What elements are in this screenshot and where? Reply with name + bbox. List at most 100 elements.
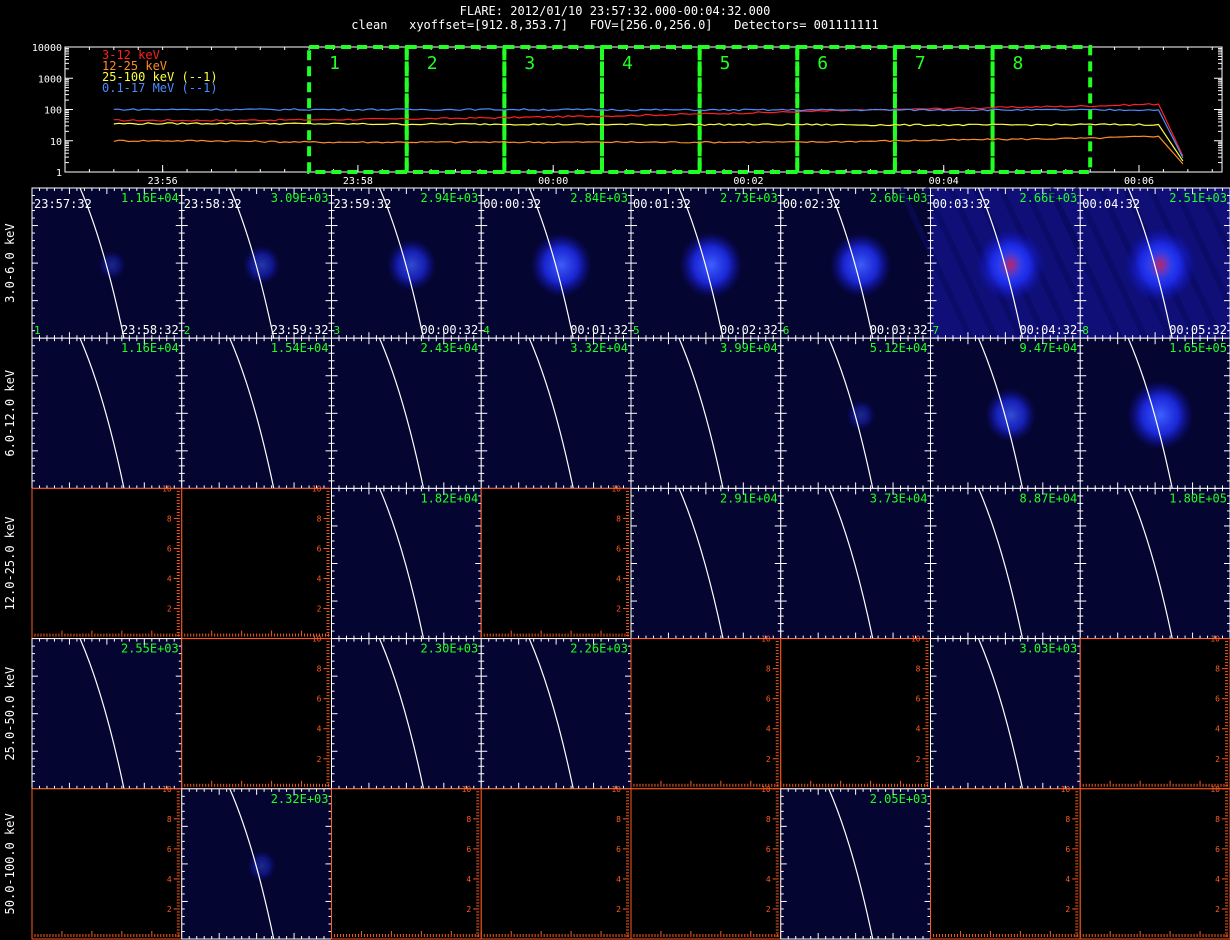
- panel-peak-value: 2.55E+03: [121, 642, 179, 656]
- empty-axis-label: 8: [916, 665, 921, 674]
- panel-empty-background: [631, 638, 781, 789]
- panel-background: [331, 338, 482, 489]
- energy-band-label-1: 3.0-6.0 keV: [3, 223, 17, 302]
- empty-axis-label: 8: [616, 514, 621, 523]
- panel-peak-value: 2.91E+04: [720, 491, 778, 505]
- panel-peak-value: 1.65E+05: [1169, 341, 1227, 355]
- image-panel-r3-c1: 2 4 6 8 10: [31, 484, 183, 640]
- lc-y-tick-label: 100: [44, 106, 62, 117]
- empty-axis-label: 2: [167, 605, 172, 614]
- image-panel-r4-c4: 2.26E+03: [480, 638, 632, 790]
- empty-axis-label: 4: [167, 575, 172, 584]
- empty-axis-label: 2: [916, 755, 921, 764]
- empty-axis-label: 10: [1061, 785, 1071, 794]
- lightcurve-plot: 1 10 100 1000 10000 23:56 23:58 00:00 00:02 00:04…: [32, 43, 1223, 187]
- empty-axis-label: 6: [1065, 845, 1070, 854]
- panel-start-time: 00:02:32: [783, 197, 841, 211]
- panel-background: [331, 638, 482, 789]
- empty-axis-label: 6: [616, 544, 621, 553]
- panel-empty-background: [181, 638, 332, 789]
- panel-empty-background: [1080, 638, 1230, 789]
- panel-peak-value: 5.12E+04: [870, 341, 928, 355]
- image-panel-r2-c4: 3.32E+04: [480, 337, 632, 489]
- empty-axis-label: 6: [466, 845, 471, 854]
- panel-background: [181, 338, 332, 489]
- image-panel-r3-c3: 1.82E+04: [331, 487, 482, 640]
- image-panel-r2-c1: 1.16E+04: [31, 337, 183, 489]
- flare-source: [247, 850, 277, 881]
- energy-band-label-4: 25.0-50.0 keV: [3, 667, 17, 761]
- empty-axis-label: 8: [766, 815, 771, 824]
- panel-peak-value: 2.73E+03: [720, 191, 778, 205]
- panel-end-time: 00:02:32: [720, 323, 778, 337]
- panel-end-time: 23:59:32: [271, 323, 329, 337]
- interval-label-7: 7: [915, 53, 926, 74]
- empty-axis-label: 2: [616, 605, 621, 614]
- empty-axis-label: 4: [916, 725, 921, 734]
- empty-axis-label: 6: [1215, 695, 1220, 704]
- empty-axis-label: 8: [167, 514, 172, 523]
- panel-background: [331, 488, 482, 639]
- interval-label-1: 1: [329, 53, 340, 74]
- empty-axis-label: 6: [916, 695, 921, 704]
- panel-background: [631, 488, 781, 639]
- panel-empty-background: [181, 488, 332, 639]
- empty-axis-label: 4: [466, 875, 471, 884]
- empty-axis-label: 8: [1215, 665, 1220, 674]
- panel-start-time: 00:01:32: [633, 197, 691, 211]
- panel-peak-value: 3.09E+03: [271, 191, 329, 205]
- image-panel-r5-c3: 2 4 6 8 10: [331, 785, 482, 940]
- panel-peak-value: 8.87E+04: [1019, 491, 1077, 505]
- panel-background: [481, 338, 631, 489]
- flare-source: [98, 250, 126, 280]
- panel-background: [930, 638, 1081, 789]
- panel-start-time: 00:04:32: [1082, 197, 1140, 211]
- panel-end-time: 00:03:32: [870, 323, 928, 337]
- image-panel-grid: 1.16E+0423:57:3223:58:3213.09E+0323:58:3…: [31, 186, 1230, 940]
- empty-axis-label: 2: [1065, 905, 1070, 914]
- image-panel-r1-c4: 2.84E+0300:00:3200:01:324: [480, 187, 632, 339]
- panel-background: [631, 338, 781, 489]
- image-panel-r1-c3: 2.94E+0323:59:3200:00:323: [331, 187, 482, 339]
- empty-axis-label: 2: [1215, 905, 1220, 914]
- panel-peak-value: 2.26E+03: [570, 642, 628, 656]
- image-panel-r5-c5: 2 4 6 8 10: [630, 785, 782, 940]
- panel-end-time: 00:01:32: [570, 323, 628, 337]
- empty-axis-label: 8: [466, 815, 471, 824]
- empty-axis-label: 6: [1215, 845, 1220, 854]
- empty-axis-label: 4: [616, 575, 621, 584]
- interval-label-8: 8: [1013, 53, 1024, 74]
- lc-x-tick-label: 00:02: [733, 176, 763, 187]
- panel-peak-value: 1.16E+04: [121, 191, 179, 205]
- lc-y-tick-label: 1: [56, 168, 62, 179]
- image-panel-r2-c7: 9.47E+04: [930, 337, 1081, 489]
- panel-peak-value: 9.47E+04: [1019, 341, 1077, 355]
- panel-background: [780, 488, 931, 639]
- panel-peak-value: 2.43E+04: [420, 341, 478, 355]
- panel-peak-value: 3.32E+04: [570, 341, 628, 355]
- empty-axis-label: 2: [1215, 755, 1220, 764]
- image-panel-r3-c8: 1.80E+05: [1079, 487, 1230, 640]
- panel-background: [481, 638, 631, 789]
- panel-empty-background: [481, 488, 631, 639]
- empty-axis-label: 4: [167, 875, 172, 884]
- empty-axis-label: 10: [611, 484, 621, 493]
- empty-axis-label: 6: [317, 695, 322, 704]
- panel-peak-value: 2.60E+03: [870, 191, 928, 205]
- panel-empty-background: [1080, 788, 1230, 939]
- panel-peak-value: 1.54E+04: [271, 341, 329, 355]
- image-panel-r3-c6: 3.73E+04: [780, 487, 931, 640]
- empty-axis-label: 6: [766, 845, 771, 854]
- lc-x-tick-label: 00:00: [538, 176, 568, 187]
- empty-axis-label: 8: [1215, 815, 1220, 824]
- interval-label-4: 4: [622, 53, 633, 74]
- lc-y-tick-label: 10000: [32, 43, 62, 54]
- image-panel-r3-c2: 2 4 6 8 10: [181, 484, 332, 640]
- empty-axis-label: 8: [616, 815, 621, 824]
- image-panel-r2-c5: 3.99E+04: [630, 337, 782, 489]
- image-panel-r4-c8: 2 4 6 8 10: [1079, 635, 1230, 790]
- empty-axis-label: 10: [1210, 635, 1220, 644]
- panel-peak-value: 1.82E+04: [420, 491, 478, 505]
- empty-axis-label: 2: [766, 905, 771, 914]
- image-panel-r2-c2: 1.54E+04: [181, 337, 332, 489]
